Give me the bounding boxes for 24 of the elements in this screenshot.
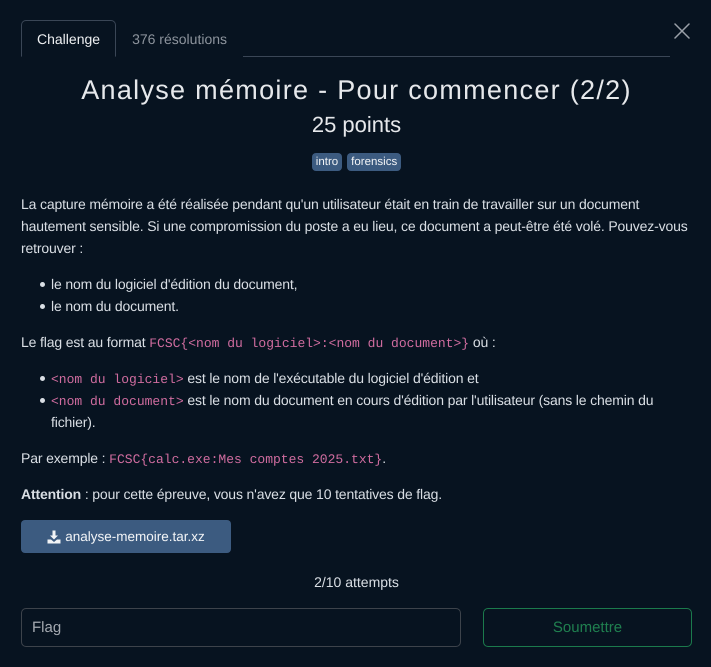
close-icon — [674, 23, 690, 39]
submit-button[interactable]: Soumettre — [483, 608, 692, 647]
download-icon — [47, 530, 62, 544]
close-button[interactable] — [672, 21, 692, 41]
flag-input[interactable]: Flag — [21, 608, 461, 647]
points-label: 25 points — [310, 111, 402, 139]
tab[interactable]: Challenge — [21, 20, 116, 57]
bullet-icon — [40, 304, 45, 309]
download-button[interactable]: analyse-memoire.tar.xz — [21, 520, 231, 553]
list-item-text: le nom du logiciel d'édition du document, — [51, 275, 298, 294]
list-item-text: <nom du document> est le nom du document en cours d'édition par l'utilisateur (sans le chemin du fichier). — [51, 391, 654, 432]
description-paragraph: Le flag est au format FCSC{<nom du logiciel>:<nom du document>} où : — [21, 333, 497, 353]
challenge-title: Analyse mémoire - Pour commencer (2/2) — [80, 74, 633, 107]
tag: intro — [312, 153, 342, 171]
description-paragraph: La capture mémoire a été réalisée pendant qu'un utilisateur était en train de travailler sur un document hautement sensible. Si une compromission du poste a eu lieu, ce document a peut-être été volé. Pouvez-vous retrouver : — [21, 195, 689, 258]
description-paragraph: Attention : pour cette épreuve, vous n'avez que 10 tentatives de flag. — [21, 485, 443, 504]
description-paragraph: Par exemple : FCSC{calc.exe:Mes comptes 2025.txt}. — [21, 449, 387, 469]
list-item-text: le nom du document. — [51, 297, 179, 316]
attempts-counter: 2/10 attempts — [313, 573, 400, 592]
list-item-text: <nom du logiciel> est le nom de l'exécutable du logiciel d'édition et — [51, 369, 478, 389]
bullet-icon — [40, 398, 45, 403]
tag: forensics — [347, 153, 402, 171]
bullet-icon — [40, 376, 45, 381]
bullet-icon — [40, 282, 45, 287]
